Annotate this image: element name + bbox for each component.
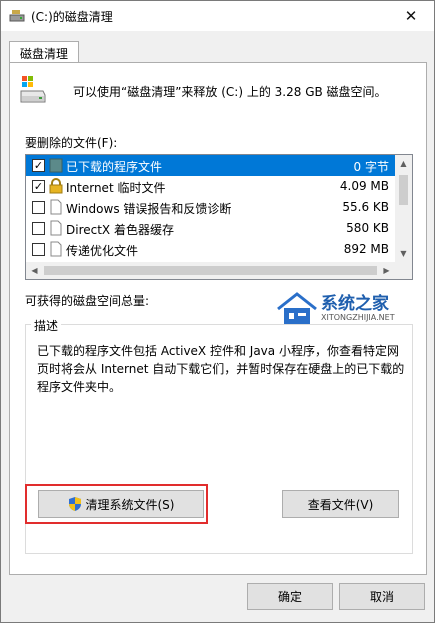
scroll-right-icon[interactable]: ▶ bbox=[378, 262, 395, 279]
file-size: 892 MB bbox=[343, 242, 389, 256]
file-label: DirectX 着色器缓存 bbox=[66, 223, 174, 237]
file-label: 已下载的程序文件 bbox=[66, 160, 163, 174]
file-icon bbox=[50, 241, 62, 257]
file-icon bbox=[50, 199, 62, 215]
tab-disk-cleanup[interactable]: 磁盘清理 bbox=[9, 41, 79, 64]
cancel-label: 取消 bbox=[369, 590, 394, 604]
file-label: Internet 临时文件 bbox=[66, 181, 166, 195]
checkbox[interactable] bbox=[32, 201, 45, 214]
lock-icon bbox=[49, 178, 63, 194]
scroll-corner bbox=[395, 262, 412, 279]
scroll-up-icon[interactable]: ▲ bbox=[395, 155, 412, 172]
clean-system-files-label: 清理系统文件(S) bbox=[85, 497, 175, 512]
files-to-delete-list[interactable]: ✓ 已下载的程序文件 0 字节 ✓ Internet 临时文件 4.09 MB … bbox=[25, 154, 413, 280]
space-total-label: 可获得的磁盘空间总量: bbox=[25, 294, 150, 308]
checkbox[interactable]: ✓ bbox=[32, 180, 45, 193]
watermark-title: 系统之家 bbox=[321, 294, 389, 314]
close-button[interactable]: ✕ bbox=[388, 1, 434, 31]
cleanup-summary-text: 可以使用“磁盘清理”来释放 (C:) 上的 3.28 GB 磁盘空间。 bbox=[73, 85, 387, 99]
file-label: 传递优化文件 bbox=[66, 244, 139, 258]
file-row[interactable]: DirectX 着色器缓存 580 KB bbox=[26, 218, 395, 239]
cancel-button[interactable]: 取消 bbox=[339, 583, 425, 610]
file-size: 55.6 KB bbox=[342, 200, 389, 214]
disk-cleanup-window: (C:)的磁盘清理 ✕ 磁盘清理 可以使用“磁盘清理”来释放 (C:) 上的 3… bbox=[0, 0, 435, 623]
scroll-thumb[interactable] bbox=[399, 175, 408, 205]
house-logo-icon bbox=[277, 292, 317, 325]
scroll-down-icon[interactable]: ▼ bbox=[395, 245, 412, 262]
files-to-delete-label: 要删除的文件(F): bbox=[25, 136, 118, 150]
checkbox[interactable] bbox=[32, 222, 45, 235]
folder-icon bbox=[49, 158, 63, 173]
window-title: (C:)的磁盘清理 bbox=[31, 10, 113, 24]
close-icon: ✕ bbox=[404, 7, 418, 25]
drive-icon bbox=[20, 76, 46, 103]
file-size: 0 字节 bbox=[353, 160, 389, 174]
file-row[interactable]: ✓ 已下载的程序文件 0 字节 bbox=[26, 155, 395, 176]
view-files-button[interactable]: 查看文件(V) bbox=[282, 490, 399, 518]
file-label: Windows 错误报告和反馈诊断 bbox=[66, 202, 232, 216]
description-legend: 描述 bbox=[31, 317, 62, 334]
file-row[interactable]: Windows 错误报告和反馈诊断 55.6 KB bbox=[26, 197, 395, 218]
description-text: 已下载的程序文件包括 ActiveX 控件和 Java 小程序，你查看特定网页时… bbox=[37, 344, 405, 394]
ok-label: 确定 bbox=[277, 590, 302, 604]
file-row[interactable]: 传递优化文件 892 MB bbox=[26, 239, 395, 260]
scroll-thumb[interactable] bbox=[44, 266, 377, 275]
horizontal-scrollbar[interactable]: ◀ ▶ bbox=[26, 262, 395, 279]
file-size: 4.09 MB bbox=[339, 179, 389, 193]
ok-button[interactable]: 确定 bbox=[247, 583, 333, 610]
disk-cleanup-icon bbox=[9, 10, 25, 22]
view-files-label: 查看文件(V) bbox=[307, 497, 374, 512]
checkbox[interactable] bbox=[32, 243, 45, 256]
file-size: 580 KB bbox=[346, 221, 389, 235]
checkbox[interactable]: ✓ bbox=[32, 159, 45, 172]
file-icon bbox=[50, 220, 62, 236]
title-bar: (C:)的磁盘清理 ✕ bbox=[1, 1, 434, 31]
vertical-scrollbar[interactable]: ▲ ▼ bbox=[395, 155, 412, 262]
file-rows: ✓ 已下载的程序文件 0 字节 ✓ Internet 临时文件 4.09 MB … bbox=[26, 155, 395, 262]
tab-label: 磁盘清理 bbox=[19, 46, 68, 61]
shield-icon bbox=[68, 497, 81, 511]
scroll-left-icon[interactable]: ◀ bbox=[26, 262, 43, 279]
clean-system-files-button[interactable]: 清理系统文件(S) bbox=[38, 490, 204, 518]
file-row[interactable]: ✓ Internet 临时文件 4.09 MB bbox=[26, 176, 395, 197]
watermark-url: XITONGZHIJIA.NET bbox=[321, 313, 395, 322]
